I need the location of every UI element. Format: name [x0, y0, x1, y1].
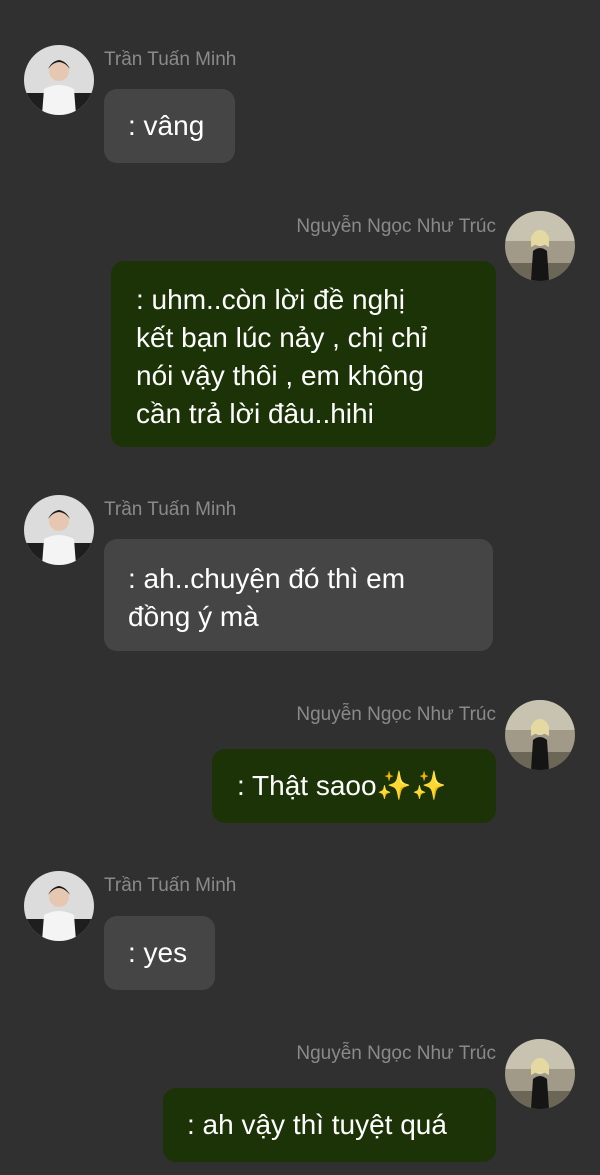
- sender-avatar[interactable]: [24, 871, 94, 941]
- sender-name: Nguyễn Ngọc Như Trúc: [296, 704, 496, 725]
- male-user-avatar-icon: [24, 871, 94, 941]
- sender-name: Trần Tuấn Minh: [104, 875, 237, 896]
- sender-avatar[interactable]: [24, 495, 94, 565]
- message-bubble[interactable]: : ah vậy thì tuyệt quá: [163, 1088, 496, 1162]
- message-bubble[interactable]: : yes: [104, 916, 215, 990]
- female-user-avatar-icon: [505, 1039, 575, 1109]
- sender-name: Nguyễn Ngọc Như Trúc: [296, 216, 496, 237]
- message-text: : Thật saoo: [237, 770, 377, 801]
- female-user-avatar-icon: [505, 211, 575, 281]
- message-text: : ah vậy thì tuyệt quá: [187, 1109, 447, 1140]
- message-text: : vâng: [128, 110, 205, 141]
- message-text: cần trả lời đâu..hihi: [136, 398, 374, 429]
- sender-avatar[interactable]: [24, 45, 94, 115]
- female-user-avatar-icon: [505, 700, 575, 770]
- message-bubble[interactable]: : uhm..còn lời đề nghị kết bạn lúc nảy ,…: [111, 261, 496, 447]
- male-user-avatar-icon: [24, 495, 94, 565]
- sender-name: Nguyễn Ngọc Như Trúc: [296, 1043, 496, 1064]
- message-text: đồng ý mà: [128, 601, 259, 632]
- male-user-avatar-icon: [24, 45, 94, 115]
- sparkles-icon: ✨✨: [376, 770, 447, 801]
- message-text: kết bạn lúc nảy , chị chỉ: [136, 322, 428, 353]
- sender-name: Trần Tuấn Minh: [104, 499, 237, 520]
- message-bubble[interactable]: : Thật saoo✨✨: [212, 749, 496, 823]
- message-text: : ah..chuyện đó thì em: [128, 563, 406, 594]
- sender-name: Trần Tuấn Minh: [104, 49, 237, 70]
- message-bubble[interactable]: : ah..chuyện đó thì em đồng ý mà: [104, 539, 493, 651]
- sender-avatar[interactable]: [505, 1039, 575, 1109]
- sender-avatar[interactable]: [505, 700, 575, 770]
- message-text: : uhm..còn lời đề nghị: [136, 284, 405, 315]
- message-bubble[interactable]: : vâng: [104, 89, 235, 163]
- message-text: nói vậy thôi , em không: [136, 360, 424, 391]
- message-text: : yes: [128, 937, 188, 968]
- sender-avatar[interactable]: [505, 211, 575, 281]
